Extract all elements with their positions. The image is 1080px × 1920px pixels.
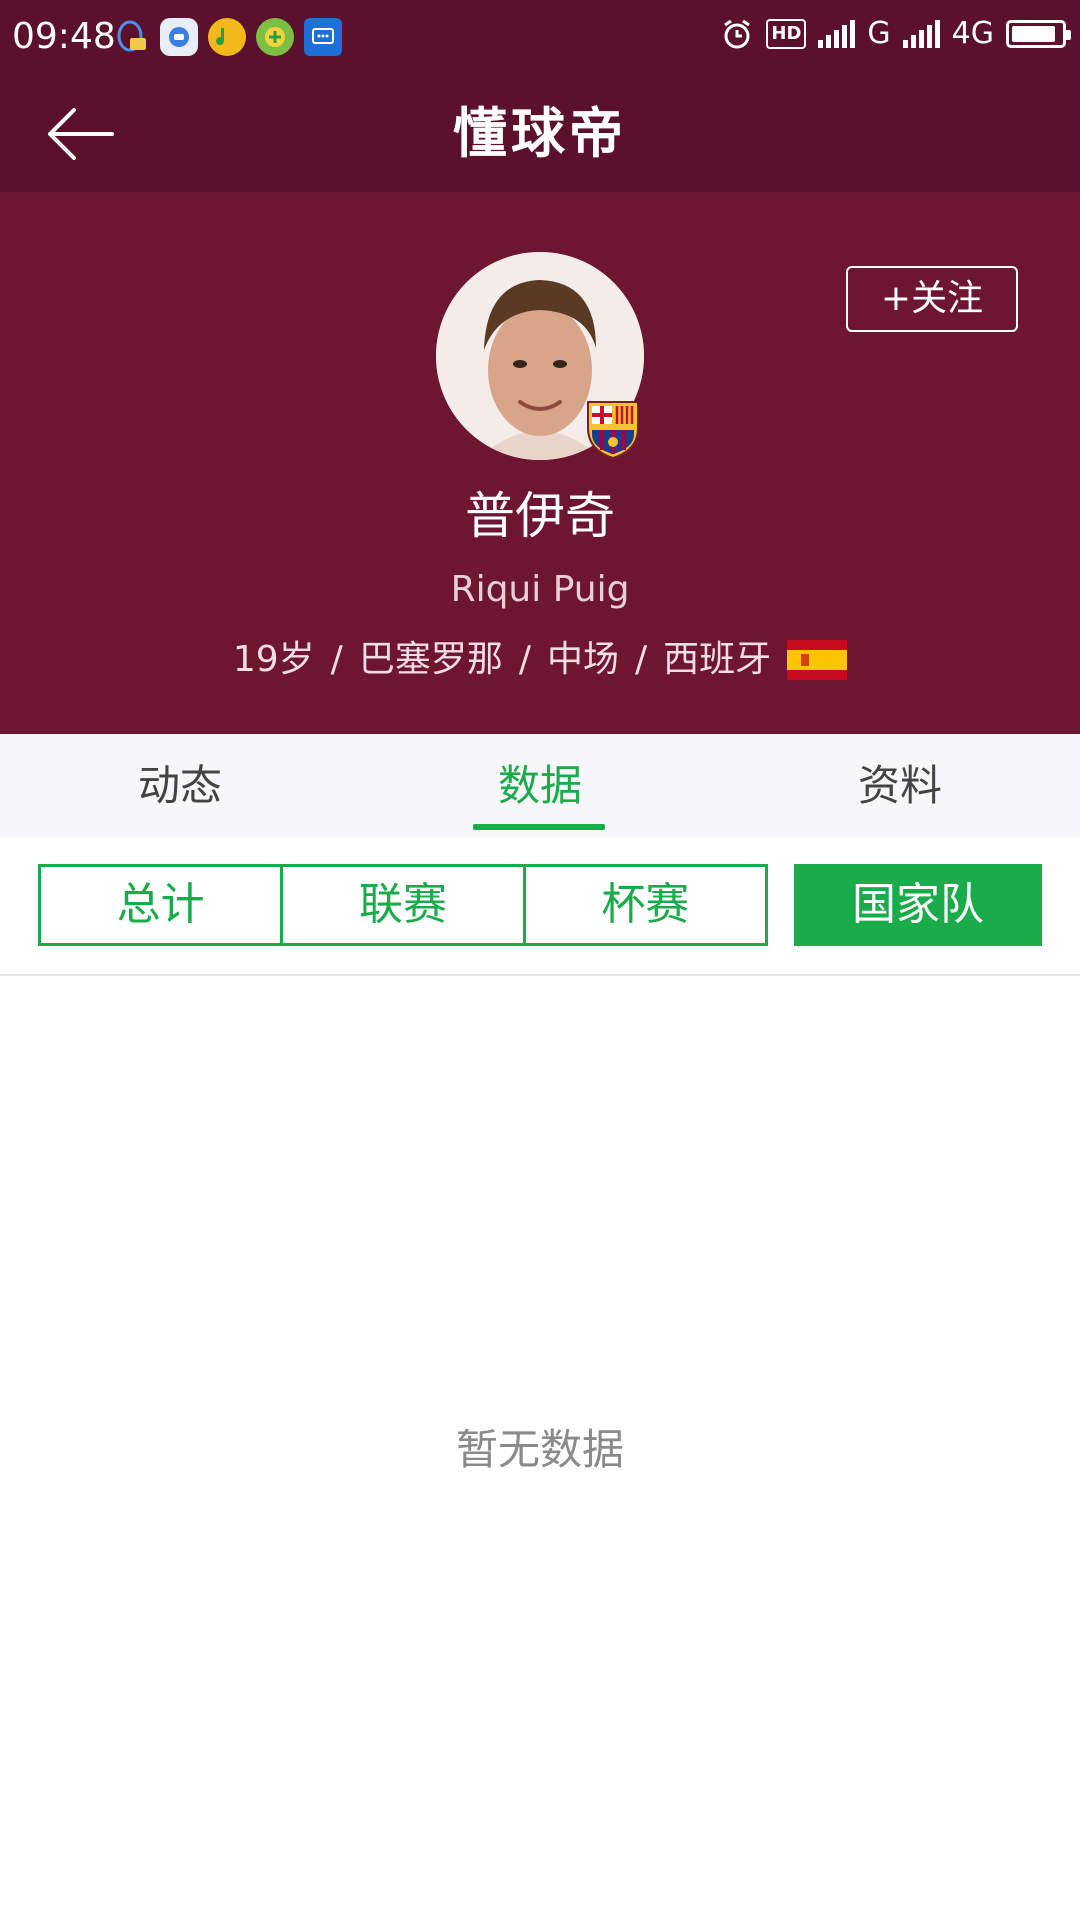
tab-news[interactable]: 动态 — [0, 734, 360, 838]
player-meta: 19岁 / 巴塞罗那 / 中场 / 西班牙 — [0, 636, 1080, 684]
empty-state-message: 暂无数据 — [455, 1425, 624, 1474]
stats-filter-row: 总计 联赛 杯赛 国家队 — [0, 838, 1080, 976]
message-app-icon — [304, 18, 342, 56]
status-indicators: HD G 4G — [720, 16, 1071, 51]
tab-profile[interactable]: 资料 — [720, 734, 1080, 838]
chat-app-icon — [160, 18, 198, 56]
tab-stats[interactable]: 数据 — [360, 734, 720, 838]
qq-icon — [112, 18, 150, 56]
follow-button[interactable]: +关注 — [846, 266, 1018, 332]
hd-badge: HD — [766, 18, 807, 49]
player-club: 巴塞罗那 — [358, 639, 503, 680]
app-title: 懂球帝 — [453, 102, 627, 165]
stats-segmented-control: 总计 联赛 杯赛 — [38, 864, 768, 946]
filter-national-team[interactable]: 国家队 — [794, 864, 1042, 946]
player-header: +关注 普伊奇 Riqui Puig 19岁 / 巴塞罗那 / 中场 / 西班牙 — [0, 192, 1080, 734]
notification-icons — [112, 18, 342, 56]
alarm-icon — [724, 19, 751, 48]
app-bar: 懂球帝 — [0, 76, 1080, 192]
player-nationality: 西班牙 — [663, 639, 772, 680]
barcelona-badge-icon — [587, 401, 639, 460]
signal-icon — [818, 19, 856, 48]
filter-total[interactable]: 总计 — [41, 867, 280, 943]
network-type-1: G — [867, 16, 891, 51]
add-app-icon — [256, 18, 294, 56]
player-name: 普伊奇 — [465, 487, 615, 545]
filter-league[interactable]: 联赛 — [280, 867, 522, 943]
active-tab-indicator — [473, 824, 605, 830]
meta-separator: / — [634, 639, 648, 680]
meta-separator: / — [330, 639, 343, 680]
spain-flag-icon — [787, 640, 848, 680]
signal-icon-2 — [902, 19, 940, 48]
player-age: 19岁 — [232, 639, 315, 680]
player-position: 中场 — [546, 639, 619, 680]
main-tabs: 动态 数据 资料 — [0, 734, 1080, 838]
music-app-icon — [208, 18, 246, 56]
battery-icon — [1006, 19, 1071, 48]
network-type-2: 4G — [951, 16, 994, 51]
battery-fill — [1012, 25, 1055, 42]
status-bar: 09:48 HD G 4G — [0, 0, 1080, 76]
player-name-en: Riqui Puig — [450, 569, 630, 610]
filter-cup[interactable]: 杯赛 — [522, 867, 765, 943]
status-time: 09:48 — [12, 16, 116, 57]
meta-separator: / — [518, 639, 531, 680]
